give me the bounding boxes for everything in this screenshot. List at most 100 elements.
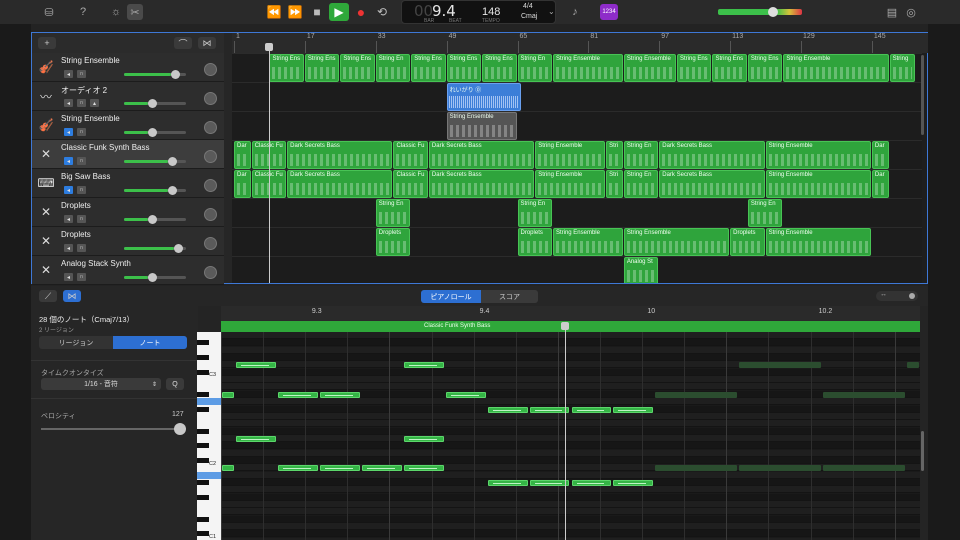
- track-volume-slider[interactable]: [124, 128, 186, 137]
- midi-region[interactable]: Classic Fu: [393, 169, 428, 198]
- black-key[interactable]: [197, 406, 209, 412]
- mute-button[interactable]: ◂: [64, 244, 73, 252]
- midi-region[interactable]: Droplets: [730, 227, 765, 256]
- pan-knob[interactable]: [204, 179, 217, 192]
- midi-region[interactable]: Dar: [234, 169, 251, 198]
- piano-keyboard[interactable]: C3 C2 C1: [197, 332, 222, 540]
- quantize-select[interactable]: 1/16 - 音符 ⇕: [41, 378, 161, 390]
- smart-controls-icon[interactable]: ☼: [108, 4, 124, 20]
- quantize-button[interactable]: Q: [166, 378, 184, 390]
- volume-knob[interactable]: [148, 99, 157, 108]
- master-volume[interactable]: [718, 7, 802, 17]
- highlighted-key[interactable]: [197, 471, 222, 479]
- pan-knob[interactable]: [204, 121, 217, 134]
- track-header[interactable]: 🎻 String Ensemble ◂ ∩: [32, 111, 224, 140]
- black-key[interactable]: [197, 391, 209, 397]
- track-name[interactable]: Big Saw Bass: [61, 172, 110, 181]
- ghost-note[interactable]: [655, 465, 738, 472]
- midi-note[interactable]: [277, 391, 318, 398]
- black-key[interactable]: [197, 480, 209, 485]
- midi-note[interactable]: [613, 406, 654, 413]
- playhead[interactable]: [269, 43, 270, 283]
- ghost-note[interactable]: [739, 362, 822, 369]
- editor-playhead[interactable]: [565, 326, 566, 540]
- midi-region[interactable]: String Ensemble: [535, 140, 606, 169]
- midi-note[interactable]: [487, 406, 528, 413]
- midi-region[interactable]: Droplets: [375, 227, 411, 256]
- velocity-slider-track[interactable]: [41, 428, 176, 430]
- track-divider[interactable]: [224, 33, 232, 283]
- ghost-note[interactable]: [655, 391, 738, 398]
- midi-region[interactable]: String En: [375, 53, 411, 82]
- midi-region[interactable]: String En: [517, 53, 552, 82]
- master-volume-knob[interactable]: [768, 7, 778, 17]
- midi-region[interactable]: String: [889, 53, 916, 82]
- piano-roll-ruler[interactable]: 9.3 9.4 10 10.2: [221, 306, 920, 321]
- track-header[interactable]: ⌨ Big Saw Bass ◂ ∩: [32, 169, 224, 198]
- solo-button[interactable]: ∩: [77, 186, 86, 194]
- cycle-icon[interactable]: ⟲: [375, 3, 389, 21]
- flex-icon[interactable]: ⋈: [198, 37, 216, 49]
- solo-button[interactable]: ∩: [77, 244, 86, 252]
- fast-forward-icon[interactable]: ⏩: [287, 3, 303, 21]
- volume-knob[interactable]: [148, 215, 157, 224]
- highlighted-key[interactable]: [197, 398, 222, 406]
- midi-note[interactable]: [235, 435, 276, 442]
- midi-note[interactable]: [403, 362, 444, 369]
- solo-button[interactable]: ∩: [77, 128, 86, 136]
- midi-region[interactable]: String Ensemble: [765, 227, 871, 256]
- midi-region[interactable]: String Ens: [677, 53, 712, 82]
- volume-knob[interactable]: [168, 157, 177, 166]
- automation-icon[interactable]: ⌒: [174, 37, 192, 49]
- tracks-scrollbar[interactable]: [921, 55, 924, 135]
- track-volume-slider[interactable]: [124, 186, 186, 195]
- seg-region[interactable]: リージョン: [39, 336, 113, 349]
- black-key[interactable]: [197, 516, 209, 522]
- lcd-display[interactable]: 00 9.4 BAR BEAT 148 TEMPO 4/4 Cmaj ⌄: [401, 0, 556, 24]
- count-in-badge[interactable]: 1234: [600, 4, 618, 20]
- midi-region[interactable]: String Ens: [411, 53, 446, 82]
- pan-knob[interactable]: [204, 208, 217, 221]
- midi-region[interactable]: String Ensemble: [552, 227, 623, 256]
- midi-region[interactable]: String Ensemble: [623, 227, 730, 256]
- midi-region[interactable]: String En: [623, 169, 659, 198]
- ghost-note[interactable]: [907, 362, 919, 369]
- track-volume-slider[interactable]: [124, 215, 186, 224]
- midi-note[interactable]: [529, 480, 570, 486]
- pan-knob[interactable]: [204, 92, 217, 105]
- track-header[interactable]: ✕ Classic Funk Synth Bass ◂ ∩: [32, 140, 224, 169]
- midi-note[interactable]: [222, 391, 234, 398]
- midi-region[interactable]: String Ens: [304, 53, 340, 82]
- help-icon[interactable]: ?: [75, 4, 91, 20]
- track-volume-slider[interactable]: [124, 70, 186, 79]
- velocity-slider-knob[interactable]: [174, 423, 186, 435]
- black-key[interactable]: [197, 531, 209, 537]
- black-key[interactable]: [197, 340, 209, 346]
- zoom-knob[interactable]: [909, 293, 915, 299]
- midi-note[interactable]: [445, 391, 486, 398]
- midi-note[interactable]: [571, 406, 612, 413]
- track-header[interactable]: ✕ Droplets ◂ ∩: [32, 198, 224, 227]
- editors-scissors-icon[interactable]: ✂: [127, 4, 143, 20]
- mute-button[interactable]: ◂: [64, 128, 73, 136]
- black-key[interactable]: [197, 443, 209, 449]
- midi-region[interactable]: Dark Secrets Bass: [428, 140, 535, 169]
- track-volume-slider[interactable]: [124, 273, 186, 282]
- midi-region[interactable]: String Ens: [482, 53, 517, 82]
- ghost-note[interactable]: [823, 391, 905, 398]
- midi-note[interactable]: [529, 406, 570, 413]
- volume-knob[interactable]: [174, 244, 183, 253]
- tuner-icon[interactable]: ♪: [567, 4, 583, 20]
- record-icon[interactable]: ●: [354, 3, 368, 21]
- horizontal-zoom-slider[interactable]: ↔: [876, 291, 918, 301]
- midi-region[interactable]: String En: [747, 198, 783, 227]
- track-name[interactable]: Analog Stack Synth: [61, 259, 131, 268]
- pan-knob[interactable]: [204, 63, 217, 76]
- midi-region[interactable]: Dark Secrets Bass: [659, 140, 765, 169]
- track-volume-slider[interactable]: [124, 244, 186, 253]
- midi-region[interactable]: Droplets: [517, 227, 552, 256]
- track-volume-slider[interactable]: [124, 99, 186, 108]
- mute-button[interactable]: ◂: [64, 186, 73, 194]
- catch-icon[interactable]: ⟋: [39, 290, 57, 302]
- link-icon[interactable]: ⋈: [63, 290, 81, 302]
